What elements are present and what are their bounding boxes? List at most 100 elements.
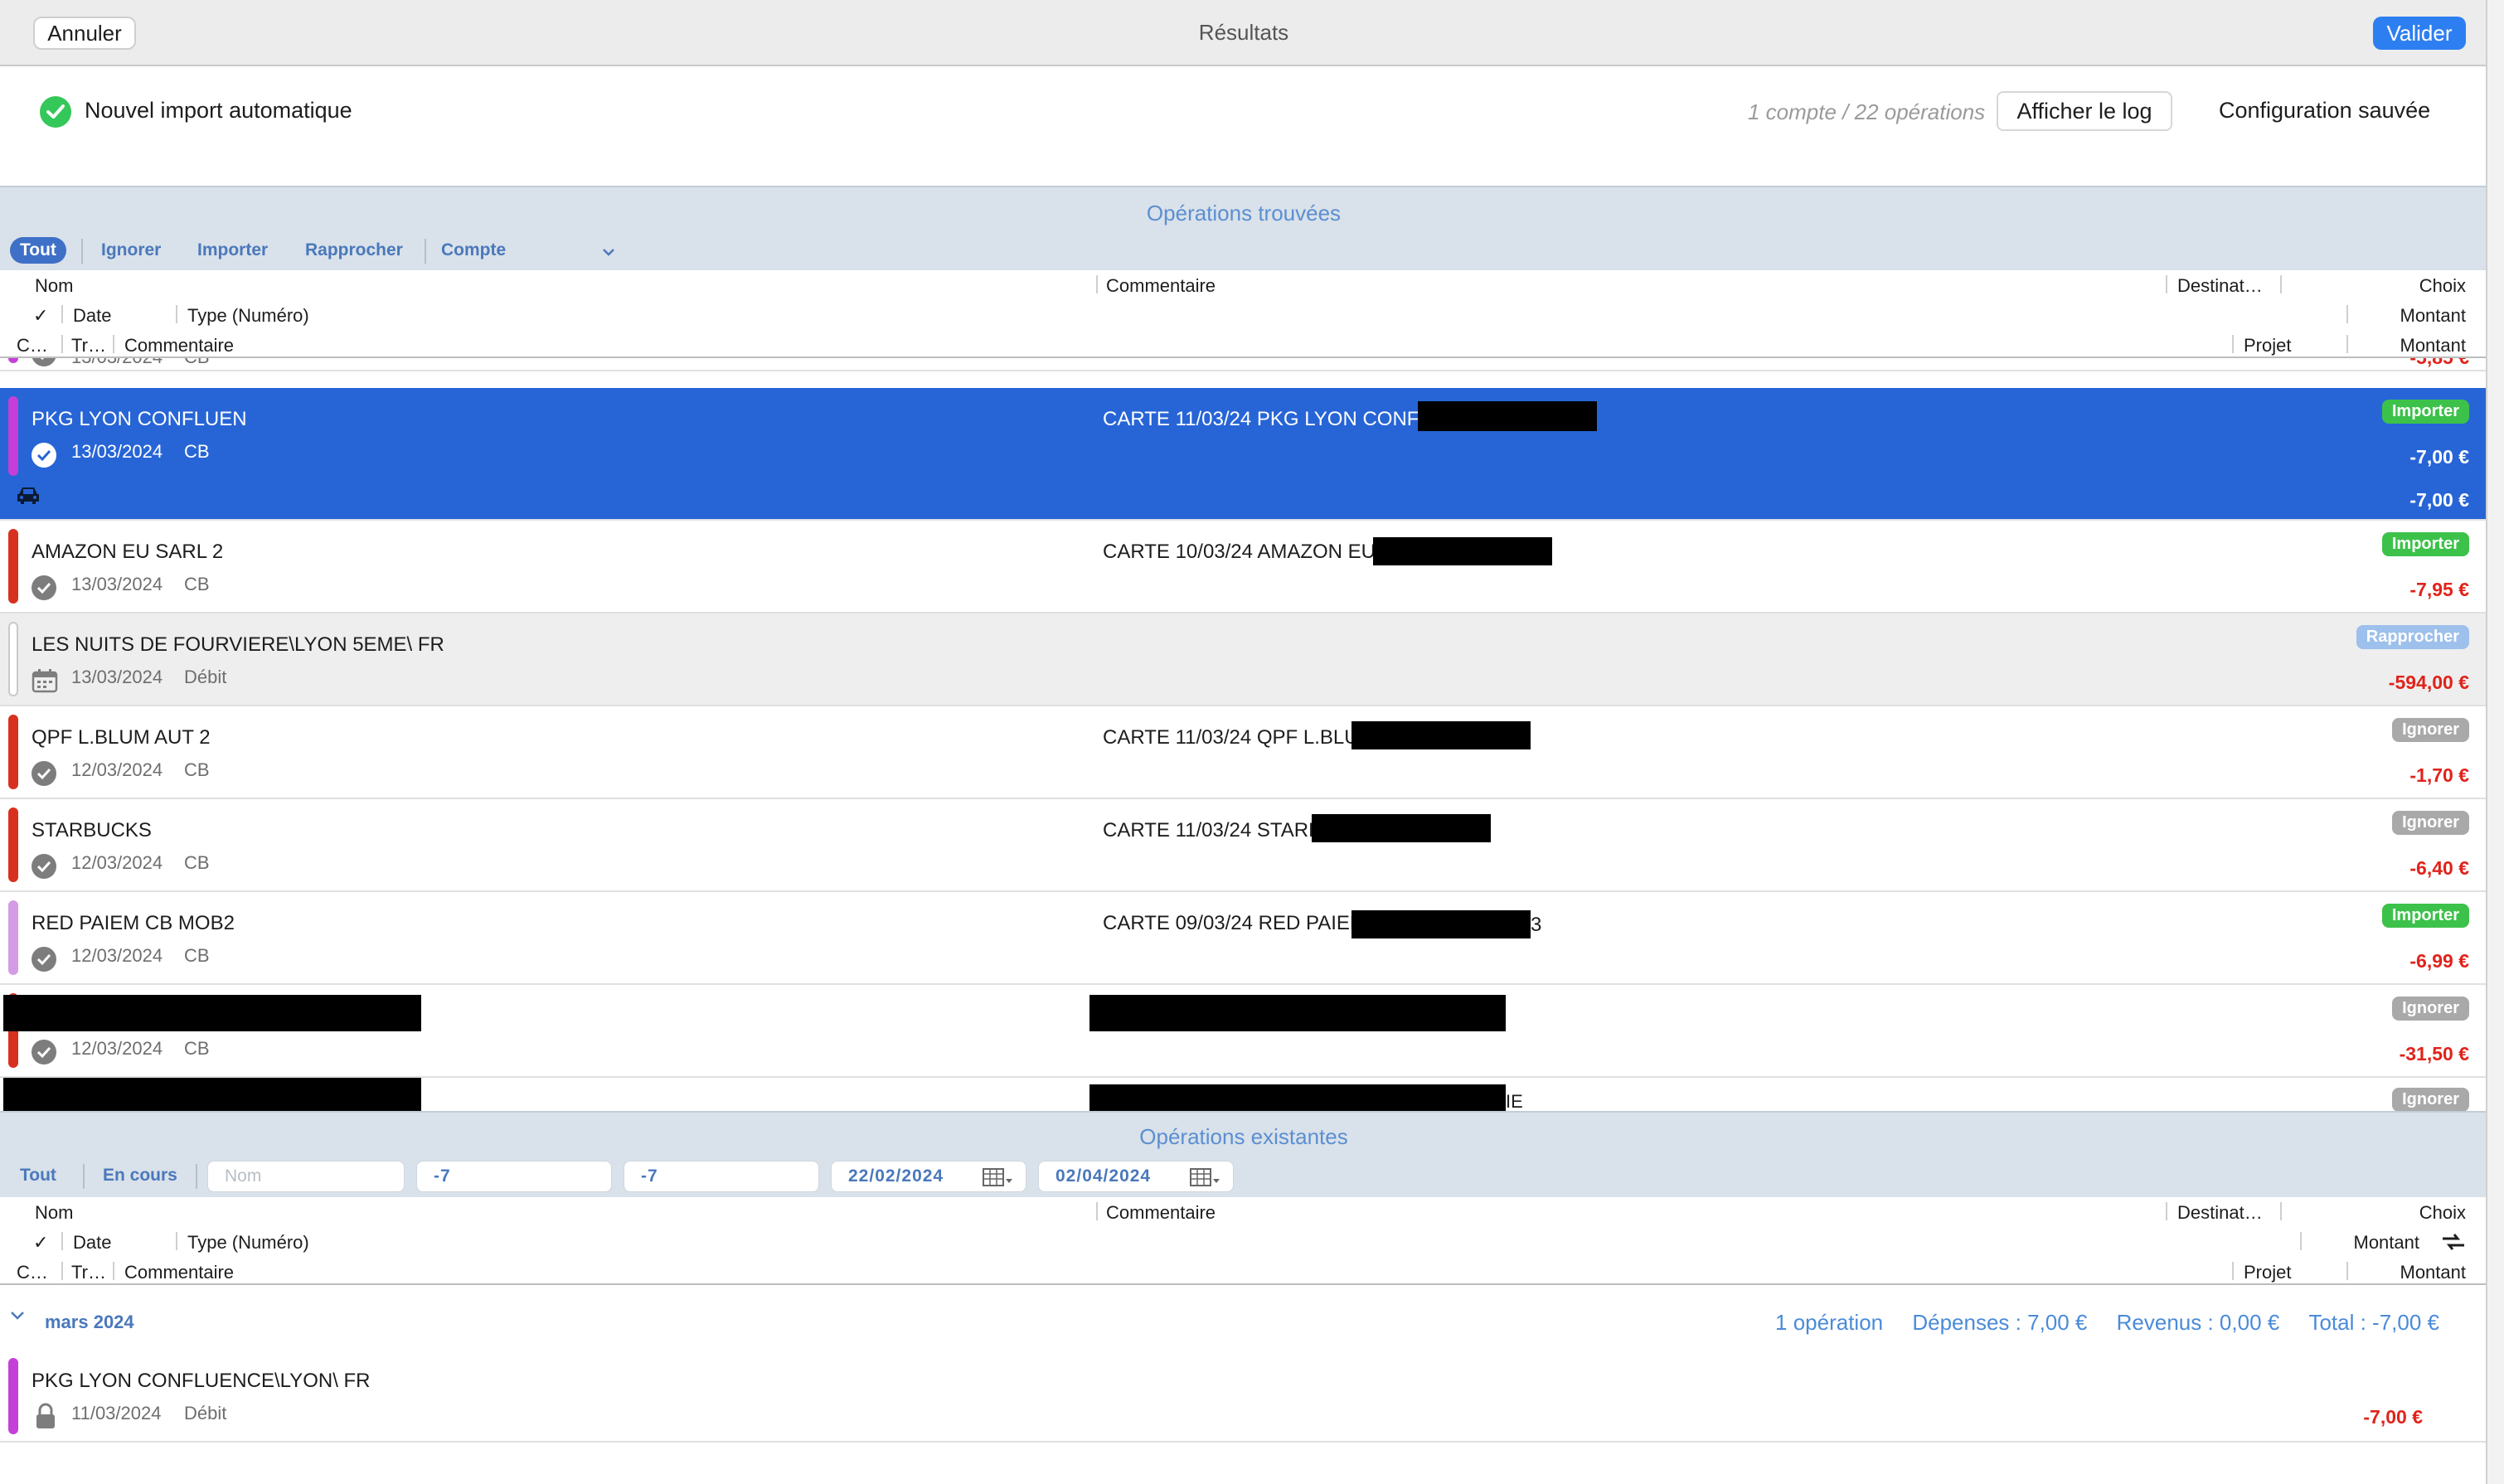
redaction-block bbox=[3, 995, 421, 1031]
chevron-down-icon[interactable] bbox=[602, 247, 615, 257]
ignore-badge[interactable]: Ignorer bbox=[2392, 811, 2469, 835]
table-row[interactable]: STARBUCKS CARTE 11/03/24 STARB 12/03/202… bbox=[0, 799, 2486, 892]
col-amount[interactable]: Montant bbox=[2400, 305, 2467, 327]
checked-icon[interactable] bbox=[32, 443, 56, 468]
row-date: 13/03/2024 bbox=[71, 441, 163, 462]
import-badge[interactable]: Importer bbox=[2381, 904, 2469, 928]
row-amount: -7,95 € bbox=[2409, 579, 2469, 600]
calendar-grid-icon[interactable] bbox=[1190, 1167, 1221, 1187]
col-project[interactable]: Projet bbox=[2244, 1262, 2291, 1283]
tab-reconcile[interactable]: Rapprocher bbox=[305, 240, 403, 260]
row-comment: CARTE 10/03/24 AMAZON EU bbox=[1103, 541, 1376, 563]
import-badge[interactable]: Importer bbox=[2381, 532, 2469, 556]
show-log-button[interactable]: Afficher le log bbox=[1997, 91, 2172, 131]
col-comment-2[interactable]: Commentaire bbox=[124, 335, 234, 356]
row-amount: -31,50 € bbox=[2399, 1043, 2469, 1065]
ignore-badge[interactable]: Ignorer bbox=[2392, 997, 2469, 1021]
col-date[interactable]: Date bbox=[73, 1232, 111, 1254]
col-amount-2[interactable]: Montant bbox=[2400, 1262, 2467, 1283]
table-row[interactable]: 13/03/2024 CB -5,85 € bbox=[0, 358, 2486, 371]
row-type: CB bbox=[184, 441, 210, 462]
col-type[interactable]: Type (Numéro) bbox=[187, 1232, 309, 1254]
checked-icon[interactable] bbox=[32, 854, 56, 879]
row-date: 13/03/2024 bbox=[71, 358, 163, 368]
calendar-grid-icon[interactable] bbox=[983, 1167, 1014, 1187]
date-to-input[interactable]: 02/04/2024 bbox=[1038, 1161, 1234, 1192]
col-name[interactable]: Nom bbox=[35, 1202, 73, 1224]
date-from-input[interactable]: 22/02/2024 bbox=[831, 1161, 1026, 1192]
col-check[interactable]: ✓ bbox=[33, 305, 48, 327]
col-destination[interactable]: Destinat… bbox=[2177, 1202, 2263, 1224]
col-choice[interactable]: Choix bbox=[2419, 1202, 2466, 1224]
table-row[interactable]: QPF L.BLUM AUT 2 CARTE 11/03/24 QPF L.BL… bbox=[0, 706, 2486, 799]
col-project[interactable]: Projet bbox=[2244, 335, 2291, 356]
checked-icon[interactable] bbox=[32, 761, 56, 786]
row-type: Débit bbox=[184, 1403, 227, 1423]
month-group-header[interactable]: mars 2024 1 opération Dépenses : 7,00 € … bbox=[0, 1285, 2486, 1351]
col-name[interactable]: Nom bbox=[35, 275, 73, 297]
col-comment-2[interactable]: Commentaire bbox=[124, 1262, 234, 1283]
checked-icon[interactable] bbox=[32, 575, 56, 600]
title-bar: Annuler Résultats Valider bbox=[0, 0, 2486, 66]
table-row[interactable]: IE Ignorer bbox=[0, 1078, 2486, 1113]
row-type: CB bbox=[184, 574, 210, 594]
ignore-badge[interactable]: Ignorer bbox=[2392, 718, 2469, 742]
table-row-selected[interactable]: PKG LYON CONFLUEN CARTE 11/03/24 PKG LYO… bbox=[0, 388, 2486, 521]
col-check[interactable]: ✓ bbox=[33, 1232, 48, 1254]
row-comment: CARTE 11/03/24 STARB bbox=[1103, 819, 1322, 841]
amount-min-input[interactable]: -7 bbox=[416, 1161, 612, 1192]
existing-tab-pending[interactable]: En cours bbox=[103, 1166, 177, 1186]
window-title: Résultats bbox=[1198, 20, 1289, 45]
redaction-block bbox=[1351, 721, 1531, 749]
account-filter-label[interactable]: Compte bbox=[441, 240, 506, 260]
found-operations-list[interactable]: 13/03/2024 CB -5,85 € PKG LYON CONFLUEN … bbox=[0, 358, 2486, 1113]
grand-total: Total : -7,00 € bbox=[2308, 1310, 2439, 1335]
table-row[interactable]: AMAZON EU SARL 2 CARTE 10/03/24 AMAZON E… bbox=[0, 521, 2486, 613]
table-row[interactable]: LES NUITS DE FOURVIERE\LYON 5EME\ FR 13/… bbox=[0, 613, 2486, 706]
tab-import[interactable]: Importer bbox=[197, 240, 268, 260]
validate-button[interactable]: Valider bbox=[2373, 17, 2466, 50]
chevron-down-icon[interactable] bbox=[10, 1310, 25, 1320]
col-comment[interactable]: Commentaire bbox=[1106, 1202, 1216, 1224]
tab-ignore[interactable]: Ignorer bbox=[101, 240, 161, 260]
col-transfer[interactable]: Tr… bbox=[71, 1262, 106, 1283]
category-color-bar bbox=[8, 900, 18, 975]
table-row[interactable]: RED PAIEM CB MOB2 CARTE 09/03/24 RED PAI… bbox=[0, 892, 2486, 985]
row-name: AMAZON EU SARL 2 bbox=[32, 541, 224, 563]
lock-icon bbox=[36, 1403, 55, 1428]
existing-operation-row[interactable]: PKG LYON CONFLUENCE\LYON\ FR 11/03/2024 … bbox=[0, 1351, 2486, 1443]
col-category[interactable]: C… bbox=[17, 1262, 48, 1283]
col-destination[interactable]: Destinat… bbox=[2177, 275, 2263, 297]
category-color-bar bbox=[8, 1358, 18, 1434]
col-category[interactable]: C… bbox=[17, 335, 48, 356]
col-amount[interactable]: Montant bbox=[2354, 1232, 2420, 1254]
checked-icon[interactable] bbox=[32, 358, 56, 366]
name-filter-input[interactable]: Nom bbox=[207, 1161, 405, 1192]
amount-max-input[interactable]: -7 bbox=[624, 1161, 819, 1192]
checked-icon[interactable] bbox=[32, 1040, 56, 1065]
col-date[interactable]: Date bbox=[73, 305, 111, 327]
existing-operations-bar: Opérations existantes Tout En cours Nom … bbox=[0, 1111, 2486, 1197]
col-type[interactable]: Type (Numéro) bbox=[187, 305, 309, 327]
col-transfer[interactable]: Tr… bbox=[71, 335, 106, 356]
comment-suffix: IE bbox=[1506, 1091, 1523, 1112]
comment-suffix: 3 bbox=[1531, 914, 1542, 936]
date-to-value: 02/04/2024 bbox=[1055, 1166, 1152, 1186]
col-amount-2[interactable]: Montant bbox=[2400, 335, 2467, 356]
table-row[interactable]: 12/03/2024 CB Ignorer -31,50 € bbox=[0, 985, 2486, 1078]
swap-arrows-icon[interactable] bbox=[2441, 1232, 2466, 1252]
col-choice[interactable]: Choix bbox=[2419, 275, 2466, 297]
row-name: PKG LYON CONFLUEN bbox=[32, 408, 247, 430]
row-type: CB bbox=[184, 945, 210, 966]
reconcile-badge[interactable]: Rapprocher bbox=[2356, 625, 2469, 649]
row-date: 12/03/2024 bbox=[71, 759, 163, 780]
checked-icon[interactable] bbox=[32, 947, 56, 972]
existing-tab-all[interactable]: Tout bbox=[20, 1166, 56, 1186]
row-comment: CARTE 11/03/24 PKG LYON CONF bbox=[1103, 408, 1419, 430]
tab-all[interactable]: Tout bbox=[10, 237, 66, 264]
category-color-bar bbox=[8, 529, 18, 604]
category-color-bar bbox=[8, 396, 18, 476]
import-badge[interactable]: Importer bbox=[2381, 400, 2469, 424]
ignore-badge[interactable]: Ignorer bbox=[2392, 1088, 2469, 1112]
col-comment[interactable]: Commentaire bbox=[1106, 275, 1216, 297]
